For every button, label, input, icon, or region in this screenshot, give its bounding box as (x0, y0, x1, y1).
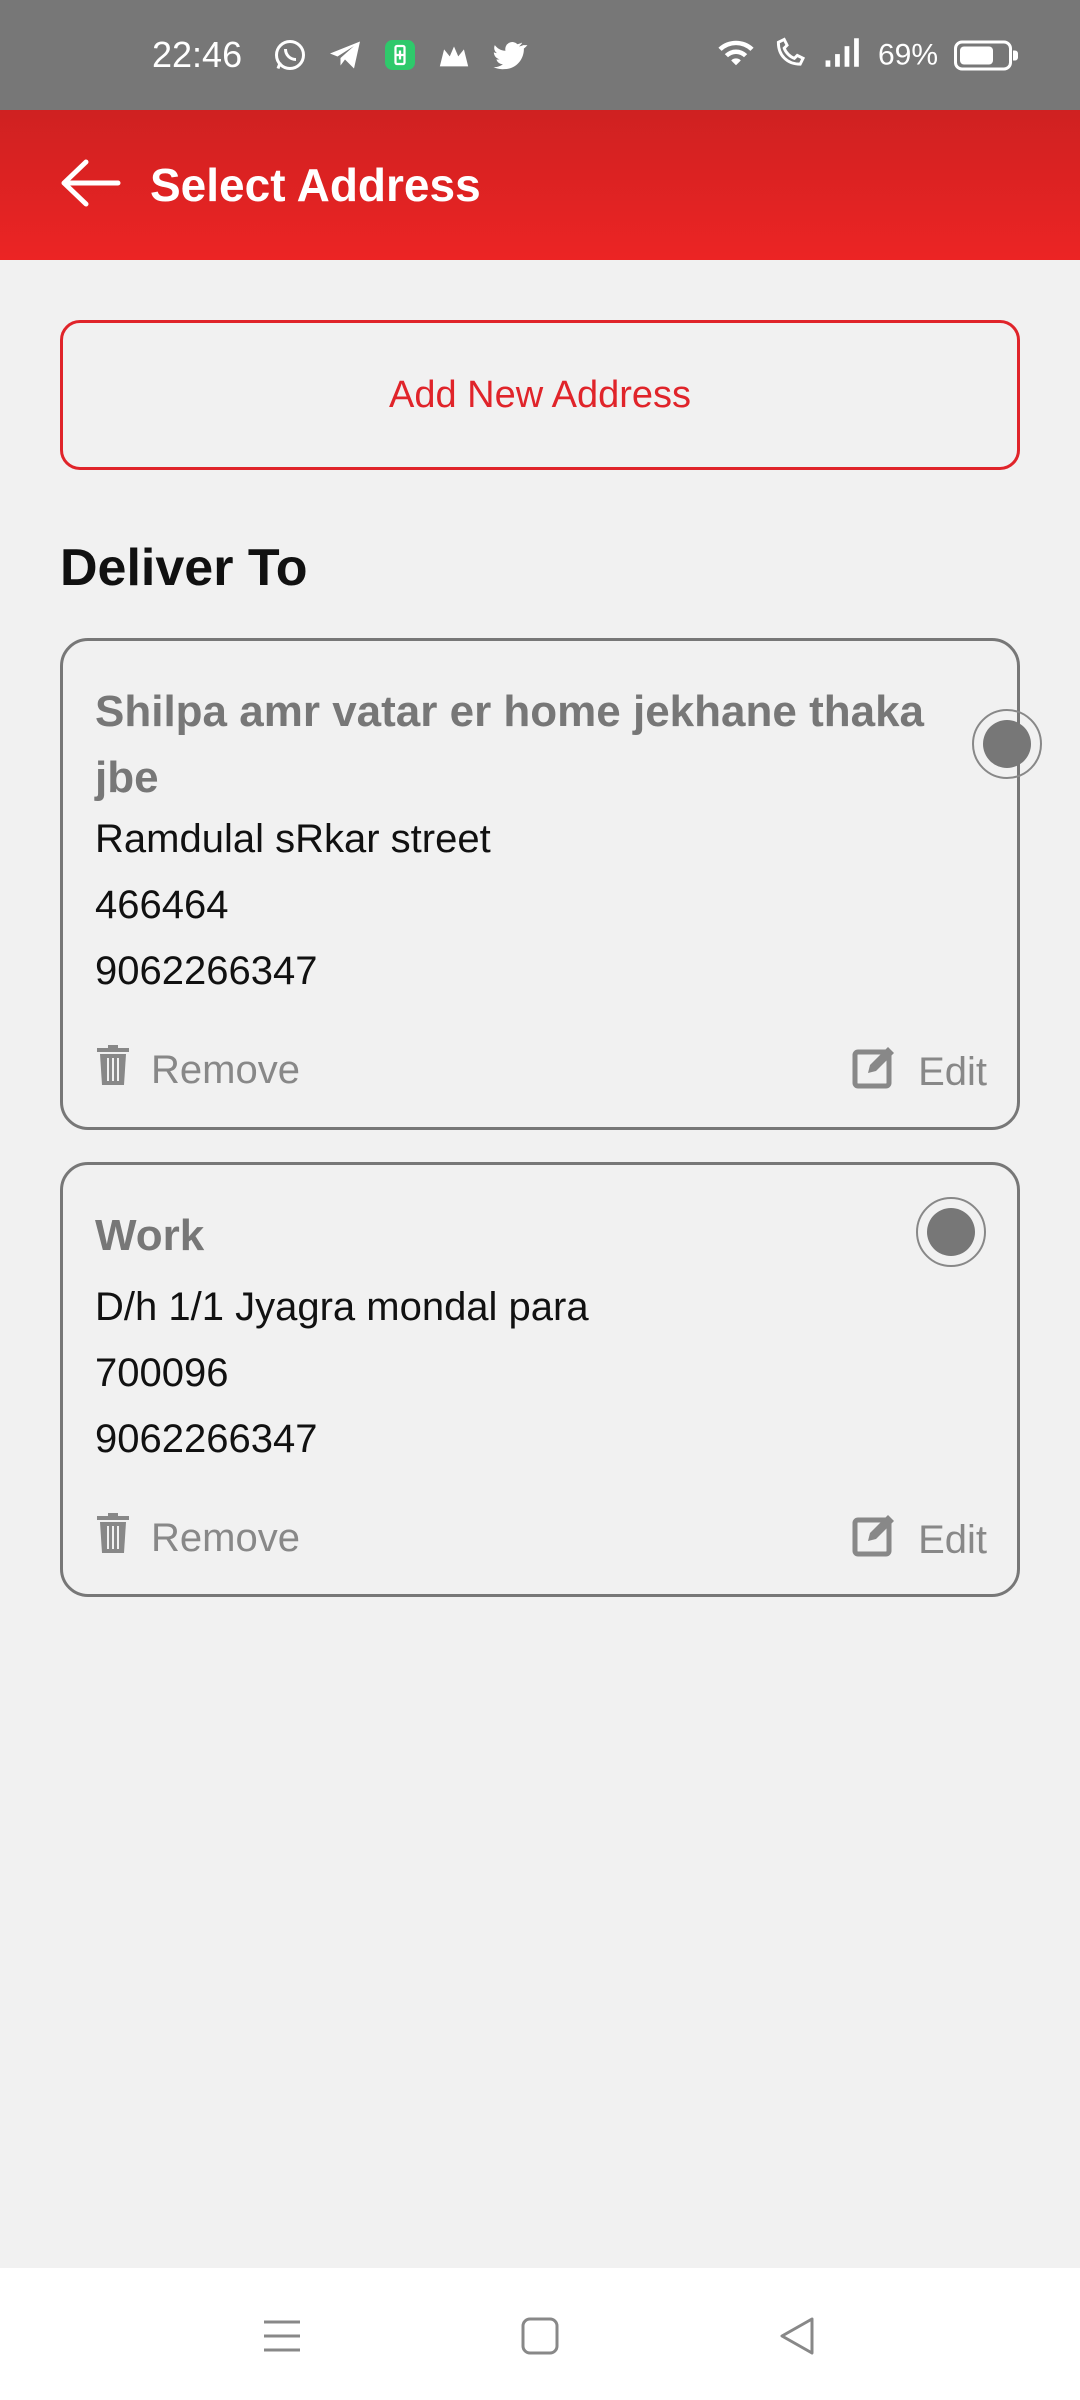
page-title: Select Address (150, 159, 481, 211)
address-radio-button[interactable] (972, 709, 1042, 779)
system-nav-bar (0, 2268, 1080, 2400)
address-card[interactable]: Work D/h 1/1 Jyagra mondal para 700096 9… (60, 1162, 1020, 1597)
add-new-address-button[interactable]: Add New Address (60, 320, 1020, 470)
status-time: 22:46 (152, 34, 243, 75)
edit-label: Edit (918, 1049, 987, 1094)
trash-icon (97, 1045, 129, 1095)
remove-button[interactable]: Remove (97, 1513, 300, 1563)
battery-saver-icon (382, 36, 418, 74)
battery-icon (954, 40, 1018, 70)
battery-percent: 69% (877, 38, 938, 71)
address-pincode: 700096 (95, 1351, 229, 1395)
radio-dot (927, 1208, 975, 1256)
status-right-icons: 69% (716, 37, 1018, 74)
edit-icon (852, 1045, 896, 1099)
edit-button[interactable]: Edit (852, 1513, 987, 1567)
app-bar: Select Address (0, 110, 1080, 260)
edit-icon (852, 1513, 896, 1567)
arrow-left-icon (60, 158, 122, 213)
wifi-call-icon (772, 37, 808, 74)
edit-label: Edit (918, 1517, 987, 1562)
twitter-icon (490, 38, 528, 72)
address-name: Shilpa amr vatar er home jekhane thaka j… (95, 687, 925, 802)
remove-label: Remove (151, 1515, 300, 1560)
address-radio-button[interactable] (916, 1197, 986, 1267)
status-app-icons (272, 36, 528, 74)
section-title: Deliver To (60, 539, 308, 597)
remove-button[interactable]: Remove (97, 1045, 300, 1095)
address-street: Ramdulal sRkar street (95, 817, 491, 861)
edit-button[interactable]: Edit (852, 1045, 987, 1099)
radio-dot (983, 720, 1031, 768)
battery-fill (960, 46, 994, 64)
address-phone: 9062266347 (95, 949, 318, 993)
trash-icon (97, 1513, 129, 1563)
address-name: Work (95, 1211, 205, 1260)
crown-icon (436, 38, 472, 72)
back-button[interactable] (60, 148, 124, 222)
address-phone: 9062266347 (95, 1417, 318, 1461)
wifi-icon (716, 37, 756, 74)
status-bar: 22:46 69% (0, 0, 1080, 110)
telegram-icon (326, 37, 364, 73)
menu-icon[interactable] (262, 2316, 302, 2361)
signal-icon (824, 37, 862, 74)
home-square-icon[interactable] (520, 2316, 560, 2361)
whatsapp-icon (272, 37, 308, 73)
remove-label: Remove (151, 1047, 300, 1092)
back-triangle-icon[interactable] (778, 2316, 818, 2361)
address-pincode: 466464 (95, 883, 229, 927)
address-card[interactable]: Shilpa amr vatar er home jekhane thaka j… (60, 638, 1042, 1130)
address-street: D/h 1/1 Jyagra mondal para (95, 1285, 589, 1329)
